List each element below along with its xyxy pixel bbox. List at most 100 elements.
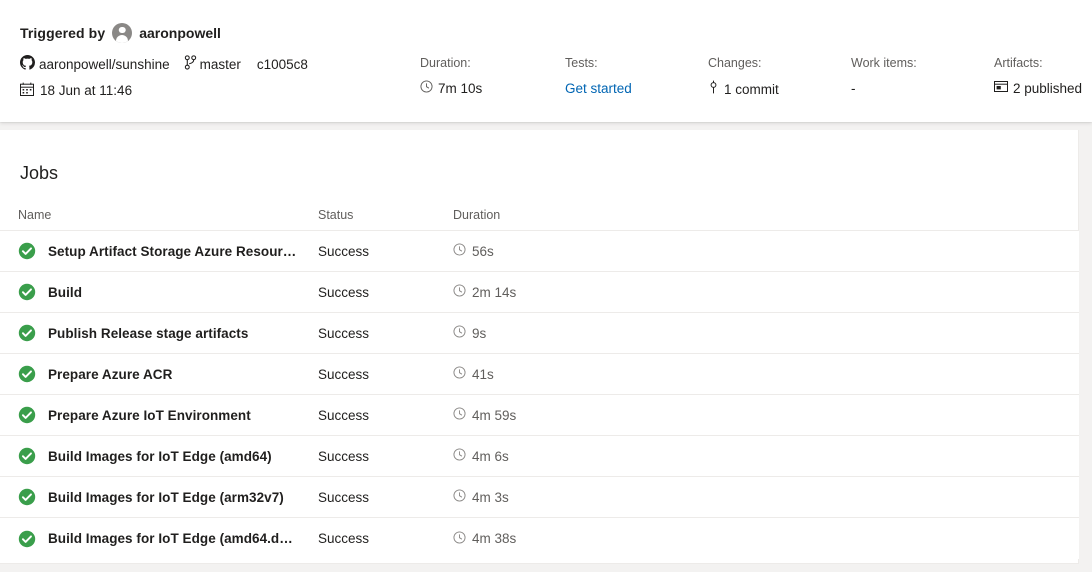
meta-changes-value: 1 commit [724, 81, 779, 97]
job-duration: 4m 59s [472, 407, 517, 423]
meta-changes-value-row[interactable]: 1 commit [708, 80, 779, 99]
job-name: Publish Release stage artifacts [48, 325, 249, 341]
job-status: Success [318, 325, 370, 341]
job-duration: 4m 3s [472, 489, 509, 505]
job-name: Build [48, 284, 82, 300]
success-check-icon [18, 447, 36, 465]
meta-work-items-label: Work items: [851, 56, 917, 70]
job-name-cell[interactable]: Build Images for IoT Edge (arm32v7) [18, 488, 318, 506]
branch-name: master [199, 56, 241, 72]
job-duration: 4m 6s [472, 448, 509, 464]
meta-work-items-value: - [851, 81, 856, 96]
repo-link[interactable]: aaronpowell/sunshine [20, 55, 170, 73]
job-status: Success [318, 489, 370, 505]
job-name-cell[interactable]: Build Images for IoT Edge (amd64) [18, 447, 318, 465]
job-duration-cell: 9s [453, 325, 653, 341]
job-name-cell[interactable]: Prepare Azure IoT Environment [18, 406, 318, 424]
meta-artifacts-value: 2 published [1013, 81, 1083, 96]
job-name-cell[interactable]: Build Images for IoT Edge (amd64.d… [18, 530, 318, 548]
clock-icon [453, 489, 466, 505]
clock-icon [453, 243, 466, 259]
branch-link[interactable]: master [184, 55, 241, 73]
jobs-table-body: Setup Artifact Storage Azure Resour… Succ… [0, 231, 1079, 559]
table-row[interactable]: Prepare Azure IoT Environment Success 4m 5… [0, 395, 1079, 436]
jobs-table: Name Status Duration Setup Artifact Stor… [0, 200, 1079, 559]
meta-changes: Changes: 1 commit [708, 54, 779, 99]
commit-sha[interactable]: c1005c8 [257, 57, 308, 72]
job-duration: 56s [472, 243, 494, 259]
meta-artifacts: Artifacts: 2 published [994, 54, 1082, 98]
job-duration-cell: 4m 38s [453, 530, 653, 547]
table-row[interactable]: Build Images for IoT Edge (amd64) Success… [0, 436, 1079, 477]
table-row[interactable]: Setup Artifact Storage Azure Resour… Succ… [0, 231, 1079, 272]
job-name-cell[interactable]: Build [18, 283, 318, 301]
job-name: Prepare Azure IoT Environment [48, 407, 251, 423]
job-duration-cell: 41s [453, 366, 653, 382]
job-duration-cell: 2m 14s [453, 284, 653, 300]
table-row[interactable]: Publish Release stage artifacts Success 9s [0, 313, 1079, 354]
table-row[interactable]: Build Success 2m 14s [0, 272, 1079, 313]
meta-duration-value-row: 7m 10s [420, 80, 482, 98]
meta-duration-value: 7m 10s [438, 81, 483, 96]
job-status: Success [318, 531, 370, 546]
repo-branch-commit-row: aaronpowell/sunshine master c1005c8 [20, 54, 308, 74]
job-name: Setup Artifact Storage Azure Resour… [48, 243, 297, 259]
clock-icon [453, 407, 466, 423]
table-row[interactable]: Prepare Azure ACR Success 41s [0, 354, 1079, 395]
trigger-user-name[interactable]: aaronpowell [139, 25, 221, 41]
artifact-icon [994, 80, 1008, 98]
clock-icon [420, 80, 433, 98]
job-name-cell[interactable]: Prepare Azure ACR [18, 365, 318, 383]
clock-icon [453, 325, 466, 341]
success-check-icon [18, 324, 36, 342]
table-row[interactable]: Build Images for IoT Edge (amd64.d… Succe… [0, 518, 1079, 559]
meta-tests-label: Tests: [565, 56, 598, 70]
job-status: Success [318, 366, 370, 382]
commit-icon [708, 80, 719, 99]
job-status: Success [318, 448, 370, 464]
build-date-row: 18 Jun at 11:46 [20, 80, 132, 100]
job-status: Success [318, 243, 370, 259]
job-status: Success [318, 284, 370, 300]
triggered-by-label: Triggered by [20, 25, 106, 41]
success-check-icon [18, 488, 36, 506]
job-duration: 9s [472, 325, 487, 341]
meta-duration: Duration: 7m 10s [420, 54, 482, 98]
job-duration: 2m 14s [472, 284, 517, 300]
build-date: 18 Jun at 11:46 [40, 82, 133, 98]
meta-artifacts-value-row[interactable]: 2 published [994, 80, 1082, 98]
job-name-cell[interactable]: Publish Release stage artifacts [18, 324, 318, 342]
success-check-icon [18, 530, 36, 548]
job-duration-cell: 56s [453, 243, 653, 259]
branch-icon [184, 55, 197, 73]
job-status: Success [318, 407, 370, 423]
job-name: Build Images for IoT Edge (arm32v7) [48, 489, 284, 505]
jobs-section-title: Jobs [20, 163, 59, 183]
job-duration-cell: 4m 6s [453, 448, 653, 464]
meta-tests-get-started-link[interactable]: Get started [565, 80, 632, 98]
meta-work-items: Work items: - [851, 54, 917, 98]
page-bottom-strip [0, 564, 1092, 572]
success-check-icon [18, 406, 36, 424]
clock-icon [453, 366, 466, 382]
clock-icon [453, 284, 466, 300]
job-name: Build Images for IoT Edge (amd64) [48, 448, 272, 464]
column-header-status: Status [318, 208, 354, 222]
column-header-name: Name [18, 208, 52, 222]
meta-tests: Tests: Get started [565, 54, 632, 98]
table-row[interactable]: Build Images for IoT Edge (arm32v7) Succe… [0, 477, 1079, 518]
jobs-table-header-row: Name Status Duration [0, 200, 1079, 231]
job-duration: 4m 38s [472, 531, 517, 546]
job-name-cell[interactable]: Setup Artifact Storage Azure Resour… [18, 242, 318, 260]
job-duration-cell: 4m 59s [453, 407, 653, 423]
job-duration-cell: 4m 3s [453, 489, 653, 505]
calendar-icon [20, 82, 34, 99]
success-check-icon [18, 365, 36, 383]
column-header-duration: Duration [453, 208, 501, 222]
job-name: Build Images for IoT Edge (amd64.d… [48, 531, 293, 546]
clock-icon [453, 448, 466, 464]
clock-icon [453, 530, 466, 547]
person-avatar-icon [112, 23, 133, 43]
repo-name: aaronpowell/sunshine [39, 56, 170, 72]
triggered-by-row: Triggered by aaronpowell [20, 22, 221, 44]
